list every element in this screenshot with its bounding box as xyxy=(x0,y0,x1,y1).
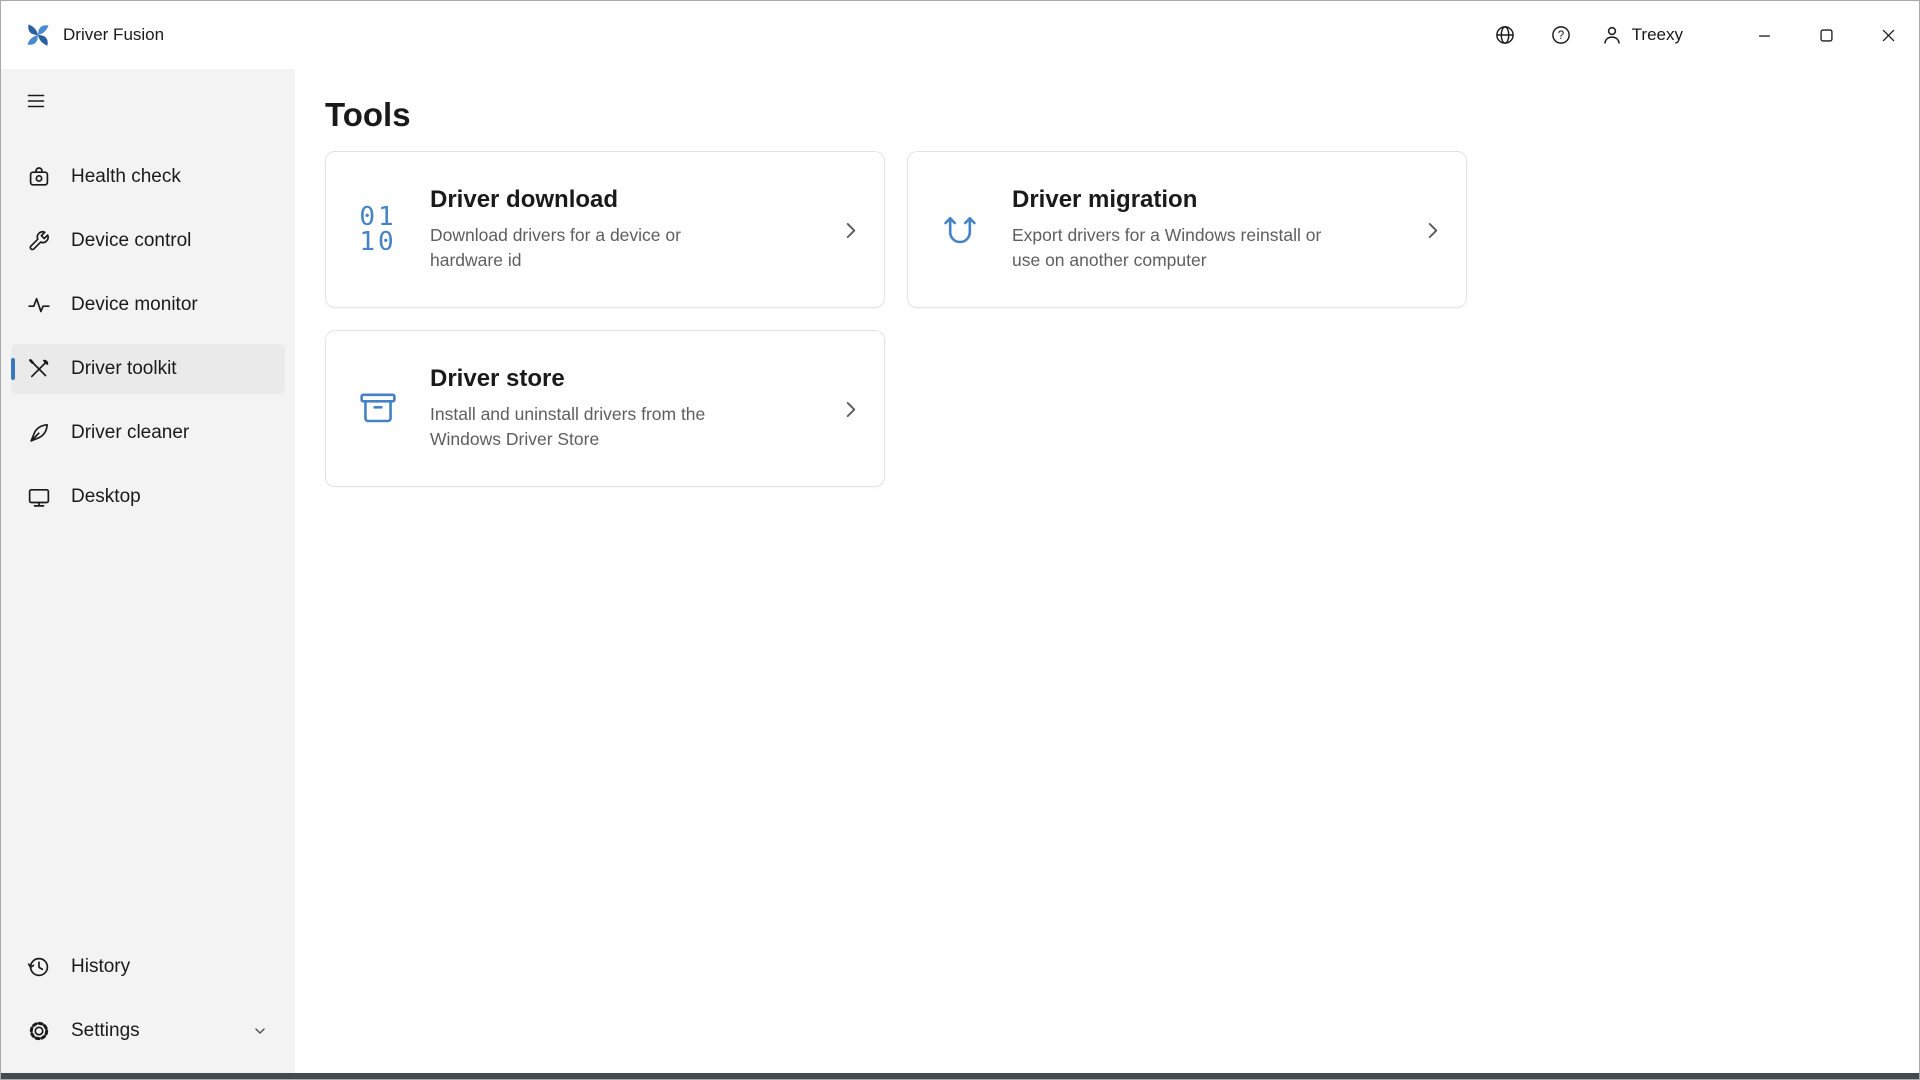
health-check-icon xyxy=(27,165,51,189)
card-description: Export drivers for a Windows reinstall o… xyxy=(1012,223,1400,273)
tool-cards-grid: 01 10 Driver download Download drivers f… xyxy=(325,151,1919,487)
sidebar-item-driver-cleaner[interactable]: Driver cleaner xyxy=(11,408,285,458)
sidebar-item-desktop[interactable]: Desktop xyxy=(11,472,285,522)
account-name: Treexy xyxy=(1632,25,1683,45)
hamburger-icon xyxy=(26,91,46,111)
device-control-icon xyxy=(27,229,51,253)
main-content: Tools 01 10 Driver download Download dri… xyxy=(295,69,1919,1073)
binary-line-bottom: 10 xyxy=(359,230,396,255)
card-text: Driver store Install and uninstall drive… xyxy=(430,365,818,452)
globe-icon xyxy=(1494,24,1516,46)
close-icon xyxy=(1882,29,1895,42)
titlebar-right: ? Treexy xyxy=(1477,1,1919,69)
card-text: Driver migration Export drivers for a Wi… xyxy=(1012,186,1400,273)
device-monitor-icon xyxy=(27,293,51,317)
help-icon: ? xyxy=(1550,24,1572,46)
titlebar-left: Driver Fusion xyxy=(1,22,164,48)
chevron-right-icon xyxy=(840,398,862,420)
titlebar: Driver Fusion ? xyxy=(1,1,1919,69)
minimize-button[interactable] xyxy=(1733,1,1795,69)
card-title: Driver store xyxy=(430,365,818,393)
desktop-icon xyxy=(27,485,51,509)
driver-cleaner-icon xyxy=(27,421,51,445)
sidebar-item-label: Settings xyxy=(71,1020,140,1042)
store-box-icon xyxy=(348,385,408,433)
minimize-icon xyxy=(1758,29,1771,42)
binary-line-top: 01 xyxy=(359,205,396,230)
sidebar-nav-items: Health check Device control xyxy=(1,145,295,529)
chevron-right-icon xyxy=(840,219,862,241)
page-title: Tools xyxy=(325,95,1919,135)
sidebar-item-label: Driver cleaner xyxy=(71,422,189,444)
sidebar-item-device-monitor[interactable]: Device monitor xyxy=(11,280,285,330)
svg-text:?: ? xyxy=(1557,30,1563,42)
window-bottom-edge xyxy=(1,1073,1919,1079)
sidebar-bottom-items: History Settings xyxy=(1,935,295,1063)
help-button[interactable]: ? xyxy=(1533,12,1589,58)
card-title: Driver download xyxy=(430,186,818,214)
card-driver-migration[interactable]: Driver migration Export drivers for a Wi… xyxy=(907,151,1467,308)
close-button[interactable] xyxy=(1857,1,1919,69)
app-body: Health check Device control xyxy=(1,69,1919,1073)
card-description: Install and uninstall drivers from the W… xyxy=(430,402,818,452)
selected-accent-bar xyxy=(11,358,15,380)
sidebar-item-label: Desktop xyxy=(71,486,141,508)
app-title: Driver Fusion xyxy=(63,25,164,45)
chevron-down-icon xyxy=(251,1022,269,1040)
account-button[interactable]: Treexy xyxy=(1589,12,1695,58)
card-text: Driver download Download drivers for a d… xyxy=(430,186,818,273)
sidebar-item-label: Device monitor xyxy=(71,294,198,316)
sidebar-item-device-control[interactable]: Device control xyxy=(11,216,285,266)
sidebar-item-history[interactable]: History xyxy=(11,942,285,992)
sidebar-item-label: Driver toolkit xyxy=(71,358,177,380)
menu-toggle-button[interactable] xyxy=(13,81,59,121)
language-globe-button[interactable] xyxy=(1477,12,1533,58)
sidebar-item-driver-toolkit[interactable]: Driver toolkit xyxy=(11,344,285,394)
sidebar-item-settings[interactable]: Settings xyxy=(11,1006,285,1056)
maximize-icon xyxy=(1820,29,1833,42)
chevron-right-icon xyxy=(1422,219,1444,241)
sidebar-item-label: Health check xyxy=(71,166,181,188)
history-icon xyxy=(27,955,51,979)
driver-toolkit-icon xyxy=(27,357,51,381)
sidebar-item-label: Device control xyxy=(71,230,191,252)
person-icon xyxy=(1601,24,1623,46)
migration-arrows-icon xyxy=(930,206,990,254)
card-description: Download drivers for a device or hardwar… xyxy=(430,223,818,273)
sidebar-item-label: History xyxy=(71,956,130,978)
app-window: Driver Fusion ? xyxy=(0,0,1920,1080)
card-title: Driver migration xyxy=(1012,186,1400,214)
sidebar-item-health-check[interactable]: Health check xyxy=(11,152,285,202)
settings-icon xyxy=(27,1019,51,1043)
maximize-button[interactable] xyxy=(1795,1,1857,69)
binary-digits-icon: 01 10 xyxy=(348,205,408,255)
card-driver-store[interactable]: Driver store Install and uninstall drive… xyxy=(325,330,885,487)
app-logo-icon xyxy=(25,22,51,48)
card-driver-download[interactable]: 01 10 Driver download Download drivers f… xyxy=(325,151,885,308)
sidebar: Health check Device control xyxy=(1,69,295,1073)
